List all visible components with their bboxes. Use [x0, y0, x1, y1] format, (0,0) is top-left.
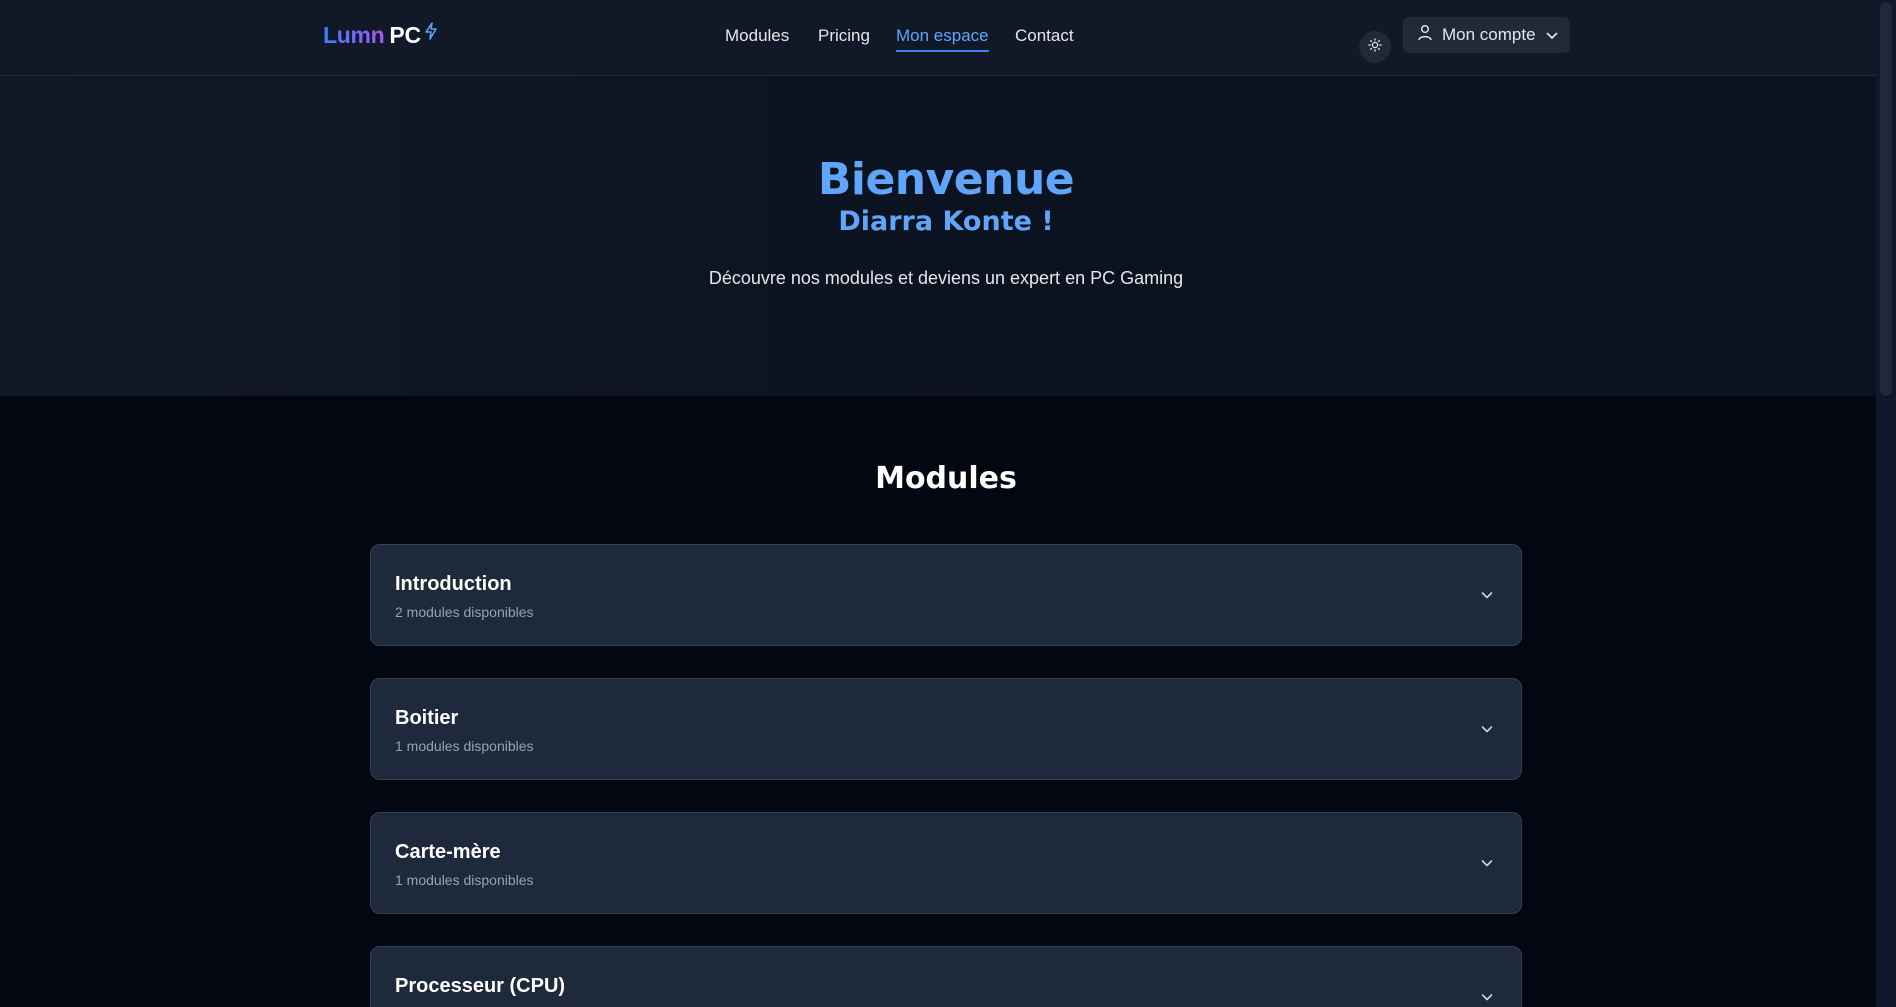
nav-link-contact[interactable]: Contact — [1015, 25, 1074, 47]
chevron-down-icon — [1479, 989, 1495, 1005]
module-card-processeur[interactable]: Processeur (CPU) — [370, 946, 1522, 1007]
top-navbar: Lumn PC Modules Pricing Mon espace Conta… — [0, 0, 1876, 76]
lightning-icon — [424, 19, 438, 46]
module-card-boitier[interactable]: Boitier 1 modules disponibles — [370, 678, 1522, 780]
modules-heading: Modules — [875, 461, 1017, 496]
account-label: Mon compte — [1442, 25, 1536, 44]
nav-link-modules[interactable]: Modules — [725, 25, 789, 47]
chevron-down-icon — [1546, 25, 1558, 45]
hero-title: Bienvenue — [817, 154, 1075, 205]
module-title: Carte-mère — [395, 841, 501, 863]
nav-link-pricing[interactable]: Pricing — [818, 25, 870, 47]
hero-tagline: Découvre nos modules et deviens un exper… — [708, 268, 1184, 288]
module-card-introduction[interactable]: Introduction 2 modules disponibles — [370, 544, 1522, 646]
logo-text-pc: PC — [389, 22, 421, 48]
module-count: 1 modules disponibles — [395, 872, 534, 888]
user-icon — [1417, 24, 1433, 46]
logo[interactable]: Lumn PC — [323, 22, 438, 49]
theme-toggle-button[interactable] — [1359, 31, 1391, 63]
logo-text-lumn: Lumn — [323, 22, 385, 48]
module-count: 1 modules disponibles — [395, 738, 534, 754]
chevron-down-icon — [1479, 721, 1495, 737]
nav-link-mon-espace[interactable]: Mon espace — [896, 25, 989, 52]
module-title: Introduction — [395, 573, 512, 595]
module-title: Processeur (CPU) — [395, 975, 566, 997]
sun-icon — [1368, 37, 1382, 57]
scrollbar-thumb[interactable] — [1880, 2, 1892, 396]
hero-user-name: Diarra Konte ! — [838, 206, 1054, 237]
module-title: Boitier — [395, 707, 459, 729]
account-menu-button[interactable]: Mon compte — [1403, 17, 1570, 53]
hero-section: Bienvenue Diarra Konte ! Découvre nos mo… — [0, 76, 1876, 396]
module-card-carte-mere[interactable]: Carte-mère 1 modules disponibles — [370, 812, 1522, 914]
chevron-down-icon — [1479, 587, 1495, 603]
module-count: 2 modules disponibles — [395, 604, 534, 620]
page-scrollbar[interactable] — [1876, 0, 1896, 1007]
chevron-down-icon — [1479, 855, 1495, 871]
